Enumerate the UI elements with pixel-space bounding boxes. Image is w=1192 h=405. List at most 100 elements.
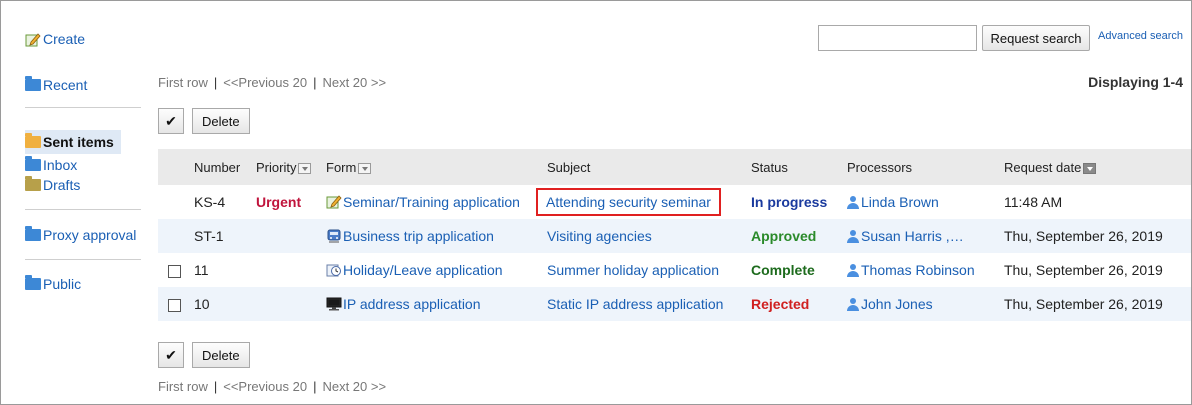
pager-bottom: First row | <<Previous 20 | Next 20 >>	[158, 379, 386, 394]
user-icon	[847, 298, 859, 311]
subject-link[interactable]: Visiting agencies	[547, 228, 652, 244]
create-pencil-icon	[25, 32, 41, 46]
form-link[interactable]: Seminar/Training application	[343, 194, 520, 210]
advanced-search-link[interactable]: Advanced search	[1098, 30, 1183, 42]
row-processor[interactable]: Susan Harris ,…	[847, 219, 1004, 253]
processor-link[interactable]: Susan Harris ,…	[861, 228, 964, 244]
table-row[interactable]: ST-1 Business trip application Visiting …	[158, 219, 1191, 253]
form-link[interactable]: Business trip application	[343, 228, 494, 244]
table-row[interactable]: KS-4 Urgent Seminar/Training application…	[158, 185, 1191, 219]
create-button[interactable]: Create	[25, 31, 85, 47]
sidebar-item-label: Drafts	[43, 177, 81, 193]
subject-link-highlighted[interactable]: Attending security seminar	[536, 188, 721, 216]
processor-link[interactable]: Thomas Robinson	[861, 262, 975, 278]
row-date: Thu, September 26, 2019	[1004, 219, 1191, 253]
sidebar-item-inbox[interactable]: Inbox	[25, 155, 141, 175]
row-checkbox[interactable]	[168, 298, 181, 312]
train-icon	[327, 229, 341, 243]
header-priority[interactable]: Priority	[256, 149, 326, 185]
row-processor[interactable]: Thomas Robinson	[847, 253, 1004, 287]
computer-icon	[326, 297, 342, 311]
row-form[interactable]: IP address application	[326, 287, 547, 321]
folder-icon	[25, 76, 41, 91]
sidebar-item-sent-items[interactable]: Sent items	[25, 130, 121, 154]
checkmark-icon: ✔	[165, 112, 177, 129]
row-form[interactable]: Seminar/Training application	[326, 185, 547, 219]
next-20-link[interactable]: Next 20 >>	[322, 75, 386, 90]
header-request-date-label: Request date	[1004, 159, 1082, 175]
header-form-label: Form	[326, 159, 357, 175]
folder-open-icon	[25, 133, 41, 148]
pager-separator: |	[313, 379, 317, 394]
header-request-date[interactable]: Request date	[1004, 149, 1191, 185]
row-subject[interactable]: Attending security seminar	[536, 185, 751, 219]
delete-button[interactable]: Delete	[192, 108, 250, 134]
row-form[interactable]: Business trip application	[326, 219, 547, 253]
sidebar-item-label: Proxy approval	[43, 227, 137, 243]
sort-desc-icon[interactable]	[1083, 162, 1097, 174]
sidebar-item-label: Recent	[43, 77, 88, 93]
row-status: Complete	[751, 262, 815, 278]
subject-link[interactable]: Static IP address application	[547, 296, 723, 312]
form-link[interactable]: Holiday/Leave application	[343, 262, 503, 278]
checkmark-icon: ✔	[165, 346, 177, 363]
row-checkbox-cell	[158, 287, 194, 321]
row-subject[interactable]: Summer holiday application	[547, 253, 751, 287]
table-row[interactable]: 11 Holiday/Leave application Summer holi…	[158, 253, 1191, 287]
sort-dropdown-icon[interactable]	[298, 162, 312, 174]
subject-link[interactable]: Summer holiday application	[547, 262, 719, 278]
row-checkbox[interactable]	[168, 264, 181, 278]
row-date: Thu, September 26, 2019	[1004, 262, 1163, 278]
select-all-button[interactable]: ✔	[158, 342, 184, 368]
actions-top: ✔ Delete	[158, 108, 250, 134]
sidebar: Recent Sent items Inbox Drafts Proxy app…	[25, 67, 141, 294]
row-priority	[256, 219, 326, 253]
processor-link[interactable]: Linda Brown	[861, 194, 939, 210]
previous-20-link[interactable]: <<Previous 20	[223, 75, 307, 90]
pager-separator: |	[213, 75, 218, 90]
row-processor[interactable]: Linda Brown	[847, 185, 1004, 219]
requests-table: Number Priority Form Subject Status Proc…	[158, 149, 1191, 321]
sidebar-item-label: Public	[43, 276, 82, 292]
row-date: Thu, September 26, 2019	[1004, 287, 1191, 321]
sidebar-item-drafts[interactable]: Drafts	[25, 175, 141, 195]
header-form[interactable]: Form	[326, 149, 547, 185]
pager-separator: |	[313, 75, 317, 90]
row-form[interactable]: Holiday/Leave application	[326, 253, 547, 287]
folder-icon	[25, 275, 41, 290]
next-20-link[interactable]: Next 20 >>	[322, 379, 386, 394]
first-row-link[interactable]: First row	[158, 75, 208, 90]
row-priority	[256, 253, 326, 287]
header-number: Number	[194, 149, 256, 185]
row-status: In progress	[751, 194, 828, 210]
memo-pencil-icon	[326, 195, 342, 209]
request-search-button[interactable]: Request search	[982, 25, 1090, 51]
sidebar-divider	[25, 209, 141, 210]
row-status: Approved	[751, 219, 847, 253]
sidebar-item-public[interactable]: Public	[25, 274, 141, 294]
create-label: Create	[43, 31, 86, 47]
table-row[interactable]: 10 IP address application Static IP addr…	[158, 287, 1191, 321]
delete-button[interactable]: Delete	[192, 342, 250, 368]
processor-link[interactable]: John Jones	[861, 296, 933, 312]
sidebar-item-proxy-approval[interactable]: Proxy approval	[25, 225, 141, 245]
sidebar-item-recent[interactable]: Recent	[25, 75, 141, 95]
search-input[interactable]	[818, 25, 977, 51]
first-row-link[interactable]: First row	[158, 379, 208, 394]
row-subject[interactable]: Visiting agencies	[547, 219, 751, 253]
row-status: Rejected	[751, 287, 847, 321]
row-date: 11:48 AM	[1004, 194, 1063, 210]
pager-separator: |	[213, 379, 218, 394]
row-number: 10	[194, 287, 256, 321]
actions-bottom: ✔ Delete	[158, 342, 250, 368]
previous-20-link[interactable]: <<Previous 20	[223, 379, 307, 394]
row-subject[interactable]: Static IP address application	[547, 287, 751, 321]
displaying-count: Displaying 1-4	[1088, 74, 1183, 90]
header-priority-label: Priority	[256, 159, 297, 175]
row-processor[interactable]: John Jones	[847, 287, 1004, 321]
form-link[interactable]: IP address application	[343, 296, 481, 312]
row-checkbox-cell	[158, 185, 194, 219]
sidebar-divider	[25, 259, 141, 260]
sort-dropdown-icon[interactable]	[358, 162, 372, 174]
select-all-button[interactable]: ✔	[158, 108, 184, 134]
